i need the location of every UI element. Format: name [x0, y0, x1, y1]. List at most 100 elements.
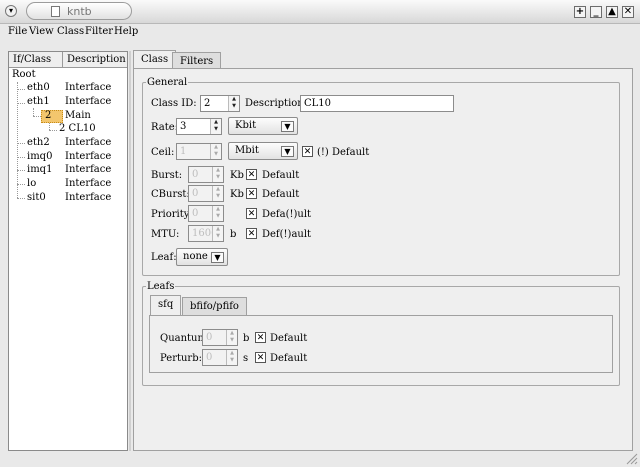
class-id-label: Class ID: [151, 98, 197, 109]
tree-row-desc: Main [65, 110, 91, 121]
spin-arrows-icon[interactable]: ▲ ▼ [212, 206, 223, 221]
menu-filter[interactable]: Filter [85, 26, 113, 37]
burst-default-checkbox[interactable]: ✕ [246, 169, 257, 180]
chevron-down-icon: ▼ [281, 121, 294, 132]
tree-row-name: eth2 [27, 137, 50, 148]
spin-arrows-icon[interactable]: ▲ ▼ [210, 119, 221, 134]
perturb-default-checkbox[interactable]: ✕ [255, 352, 266, 363]
tree-row-name: imq1 [27, 164, 53, 175]
mtu-default-label: Def(!)ault [262, 229, 312, 240]
ceil-unit-combo[interactable]: Mbit ▼ [228, 142, 298, 160]
menu-class[interactable]: Class [57, 26, 84, 37]
minimize-button[interactable]: _ [590, 6, 602, 18]
tree-row-name: imq0 [27, 151, 53, 162]
quantum-default-checkbox[interactable]: ✕ [255, 332, 266, 343]
column-ifclass[interactable]: If/Class [13, 54, 51, 65]
class-tree[interactable]: If/Class Description Root eth0 Interface… [8, 51, 128, 451]
chevron-down-icon: ▼ [281, 146, 294, 157]
tree-row-desc: Interface [65, 178, 112, 189]
rate-label: Rate: [151, 122, 179, 133]
column-description[interactable]: Description [67, 54, 126, 65]
menu-help[interactable]: Help [114, 26, 138, 37]
cburst-spinbox[interactable]: 0 ▲ ▼ [188, 185, 224, 202]
document-icon [51, 6, 60, 17]
resize-grip-icon[interactable] [624, 452, 638, 465]
tree-row-desc: Interface [65, 137, 112, 148]
burst-spinbox[interactable]: 0 ▲ ▼ [188, 166, 224, 183]
maximize-button[interactable]: ▲ [606, 6, 618, 18]
class-tab-panel: General Class ID: 2 ▲ ▼ Description: CL10… [133, 68, 633, 451]
mtu-spinbox[interactable]: 1600 ▲ ▼ [188, 225, 224, 242]
tree-row[interactable]: eth1 [27, 96, 50, 109]
tree-row[interactable]: imq1 [27, 164, 52, 177]
tree-row-name: 2 CL10 [59, 123, 96, 134]
tab-sfq[interactable]: sfq [150, 295, 182, 315]
tree-row[interactable]: eth2 [27, 137, 50, 150]
tab-class[interactable]: Class [133, 50, 177, 70]
menu-view[interactable]: View [29, 26, 54, 37]
window-title: kntb [67, 5, 92, 18]
description-input[interactable]: CL10 [300, 95, 454, 112]
window-title-pill[interactable]: kntb [26, 2, 132, 20]
tree-row[interactable]: lo [27, 178, 36, 191]
tree-row-name: sit0 [27, 192, 46, 203]
spin-arrows-icon[interactable]: ▲ ▼ [226, 350, 237, 365]
title-bar: ▾ kntb + _ ▲ ✕ [0, 0, 640, 24]
ceil-label: Ceil: [151, 147, 175, 158]
mtu-unit: b [230, 229, 237, 240]
burst-default-label: Default [262, 170, 300, 181]
rate-unit-combo[interactable]: Kbit ▼ [228, 117, 298, 135]
tree-row-name: eth0 [27, 82, 50, 93]
perturb-label: Perturb: [160, 353, 202, 364]
tree-row-desc: Interface [65, 151, 112, 162]
burst-label: Burst: [151, 170, 183, 181]
close-button[interactable]: ✕ [622, 6, 634, 18]
window-menu-button[interactable]: ▾ [5, 5, 17, 17]
leaf-combo[interactable]: none ▼ [176, 248, 228, 266]
spin-arrows-icon[interactable]: ▲ ▼ [228, 96, 239, 111]
spin-arrows-icon[interactable]: ▲ ▼ [210, 144, 221, 159]
tree-row[interactable]: sit0 [27, 192, 46, 205]
burst-unit: Kb [230, 170, 244, 181]
tab-bfifo-pfifo[interactable]: bfifo/pfifo [182, 297, 247, 316]
chevron-down-icon: ▼ [211, 252, 224, 263]
tree-row-desc: Interface [65, 192, 112, 203]
tree-row[interactable]: 2 CL10 [59, 123, 96, 136]
leaf-label: Leaf: [151, 252, 177, 263]
spin-arrows-icon[interactable]: ▲ ▼ [212, 167, 223, 182]
pin-button[interactable]: + [574, 6, 586, 18]
panel-splitter[interactable] [129, 51, 131, 451]
priority-default-checkbox[interactable]: ✕ [246, 208, 257, 219]
spin-arrows-icon[interactable]: ▲ ▼ [226, 330, 237, 345]
tree-row-desc: Interface [65, 164, 112, 175]
tree-row-desc: Interface [65, 82, 112, 93]
priority-spinbox[interactable]: 0 ▲ ▼ [188, 205, 224, 222]
mtu-label: MTU: [151, 229, 180, 240]
description-label: Description: [245, 98, 308, 109]
tree-row-selected[interactable]: 2 [45, 110, 51, 123]
quantum-unit: b [243, 333, 250, 344]
priority-label: Priority: [151, 209, 193, 220]
quantum-spinbox[interactable]: 0 ▲ ▼ [202, 329, 238, 346]
cburst-unit: Kb [230, 189, 244, 200]
mtu-default-checkbox[interactable]: ✕ [246, 228, 257, 239]
ceil-default-checkbox[interactable]: ✕ [302, 146, 313, 157]
spin-arrows-icon[interactable]: ▲ ▼ [212, 186, 223, 201]
tree-row-desc: Interface [65, 96, 112, 107]
cburst-default-checkbox[interactable]: ✕ [246, 188, 257, 199]
tree-row[interactable]: imq0 [27, 151, 52, 164]
rate-spinbox[interactable]: 3 ▲ ▼ [176, 118, 222, 135]
tree-row-name: lo [27, 178, 37, 189]
menu-file[interactable]: File [8, 26, 27, 37]
ceil-default-label: (!) Default [317, 147, 370, 158]
spin-arrows-icon[interactable]: ▲ ▼ [212, 226, 223, 241]
tree-row[interactable]: eth0 [27, 82, 50, 95]
tree-root[interactable]: Root [12, 69, 36, 82]
quantum-default-label: Default [270, 333, 308, 344]
perturb-default-label: Default [270, 353, 308, 364]
general-legend: General [147, 77, 188, 88]
perturb-spinbox[interactable]: 0 ▲ ▼ [202, 349, 238, 366]
class-id-spinbox[interactable]: 2 ▲ ▼ [200, 95, 240, 112]
ceil-spinbox[interactable]: 1 ▲ ▼ [176, 143, 222, 160]
leafs-legend: Leafs [147, 281, 175, 292]
